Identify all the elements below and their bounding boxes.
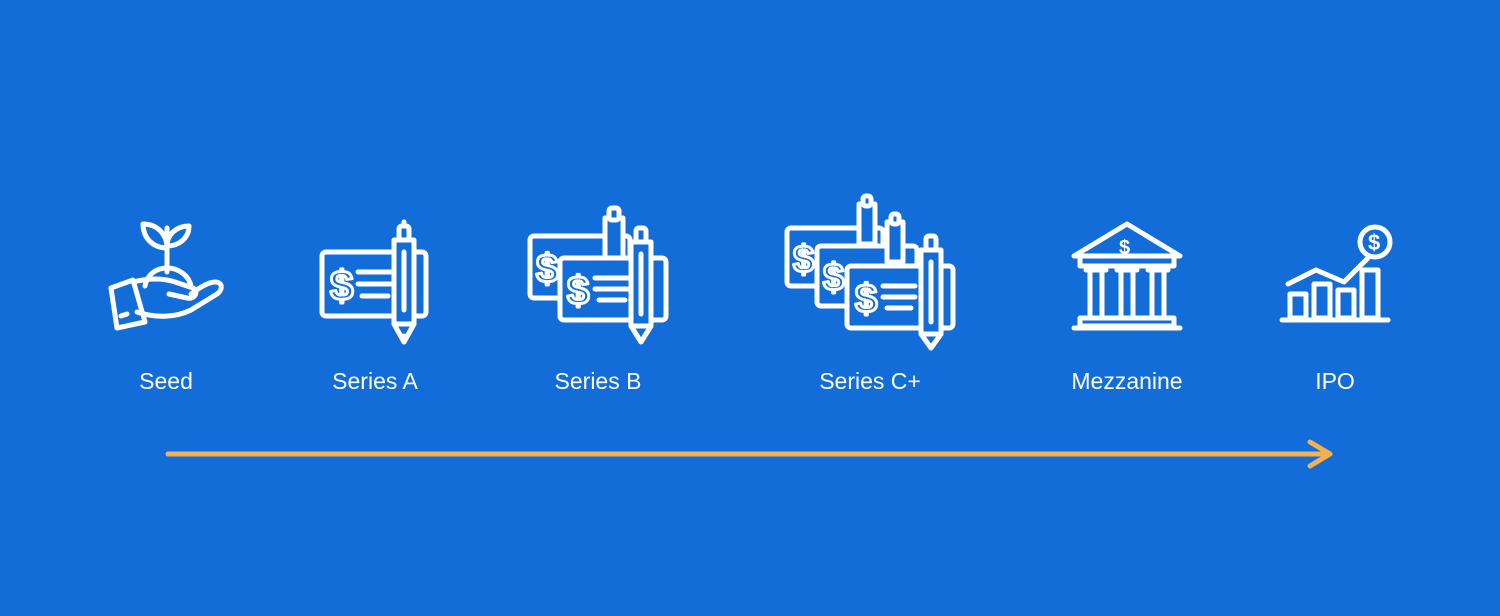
- stage-label-series-b: Series B: [554, 368, 642, 394]
- bank-building-icon: $: [1032, 190, 1222, 350]
- svg-text:$: $: [536, 247, 558, 291]
- svg-text:$: $: [1119, 237, 1130, 259]
- hand-sprout-icon: [71, 190, 261, 350]
- double-check-pen-icon: $ $: [503, 190, 693, 350]
- growth-chart-dollar-icon: $: [1240, 190, 1430, 350]
- svg-text:$: $: [855, 277, 877, 321]
- stage-label-series-c-plus: Series C+: [819, 368, 921, 394]
- stage-label-series-a: Series A: [332, 368, 418, 394]
- triple-check-pen-icon: $ $ $: [775, 190, 965, 351]
- svg-text:$: $: [330, 262, 353, 309]
- progression-arrow: [160, 436, 1350, 472]
- stage-label-ipo: IPO: [1315, 368, 1355, 394]
- svg-text:$: $: [823, 257, 844, 299]
- funding-stages-diagram: $ $ $ $ $ $ $ $ Seed Series A Series B S…: [0, 0, 1500, 616]
- svg-text:$: $: [793, 239, 814, 281]
- svg-text:$: $: [1368, 230, 1380, 255]
- stage-label-mezzanine: Mezzanine: [1071, 368, 1183, 394]
- svg-text:$: $: [567, 269, 589, 313]
- single-check-pen-icon: $: [280, 190, 470, 350]
- stage-label-seed: Seed: [139, 368, 193, 394]
